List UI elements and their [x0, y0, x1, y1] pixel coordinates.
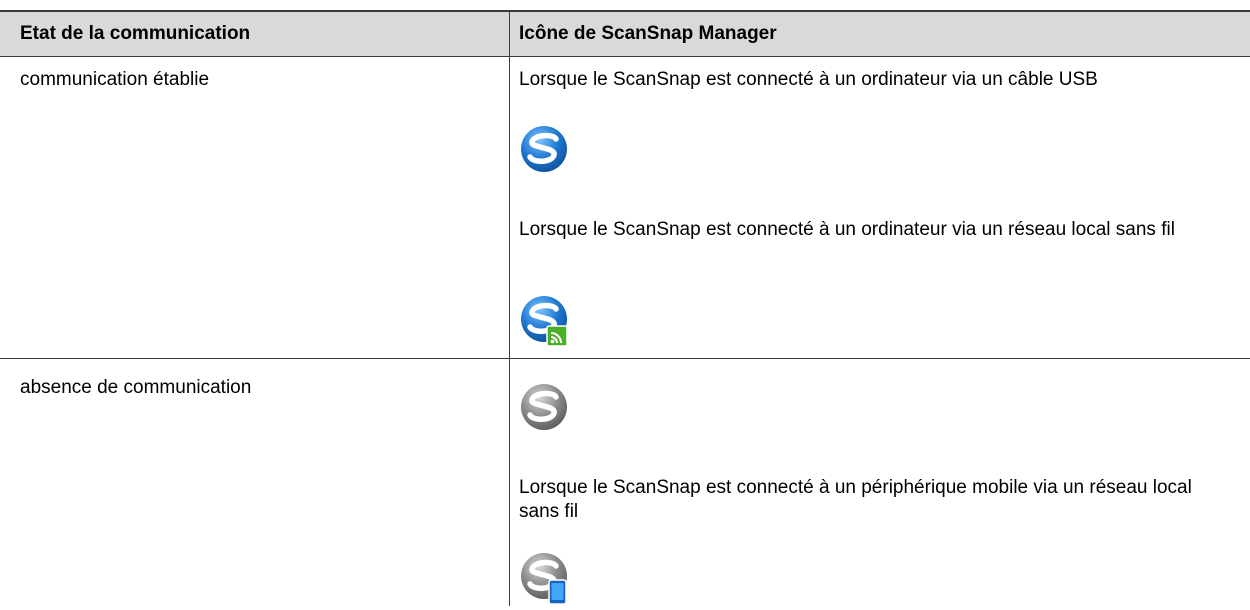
communication-status-table: Etat de la communication Icône de ScanSn… [0, 10, 1250, 606]
scansnap-manager-blue-icon [512, 117, 576, 181]
table-header-row: Etat de la communication Icône de ScanSn… [0, 12, 1250, 57]
caption-wireless-lan-mobile: Lorsque le ScanSnap est connecté à un pé… [519, 477, 1192, 522]
caption-usb: Lorsque le ScanSnap est connecté à un or… [519, 69, 1098, 90]
caption-wireless-lan-computer: Lorsque le ScanSnap est connecté à un or… [519, 219, 1175, 240]
scansnap-manager-gray-mobile-icon [512, 546, 576, 610]
state-label-no-communication: absence de communication [20, 377, 252, 398]
header-scansnap-manager-icon: Icône de ScanSnap Manager [519, 23, 777, 44]
state-label-established: communication établie [20, 69, 210, 90]
scansnap-manager-gray-icon [512, 375, 576, 439]
column-divider [509, 12, 510, 606]
row-divider [0, 358, 1250, 359]
header-communication-state: Etat de la communication [20, 23, 251, 44]
scansnap-manager-blue-wifi-icon [512, 289, 576, 353]
